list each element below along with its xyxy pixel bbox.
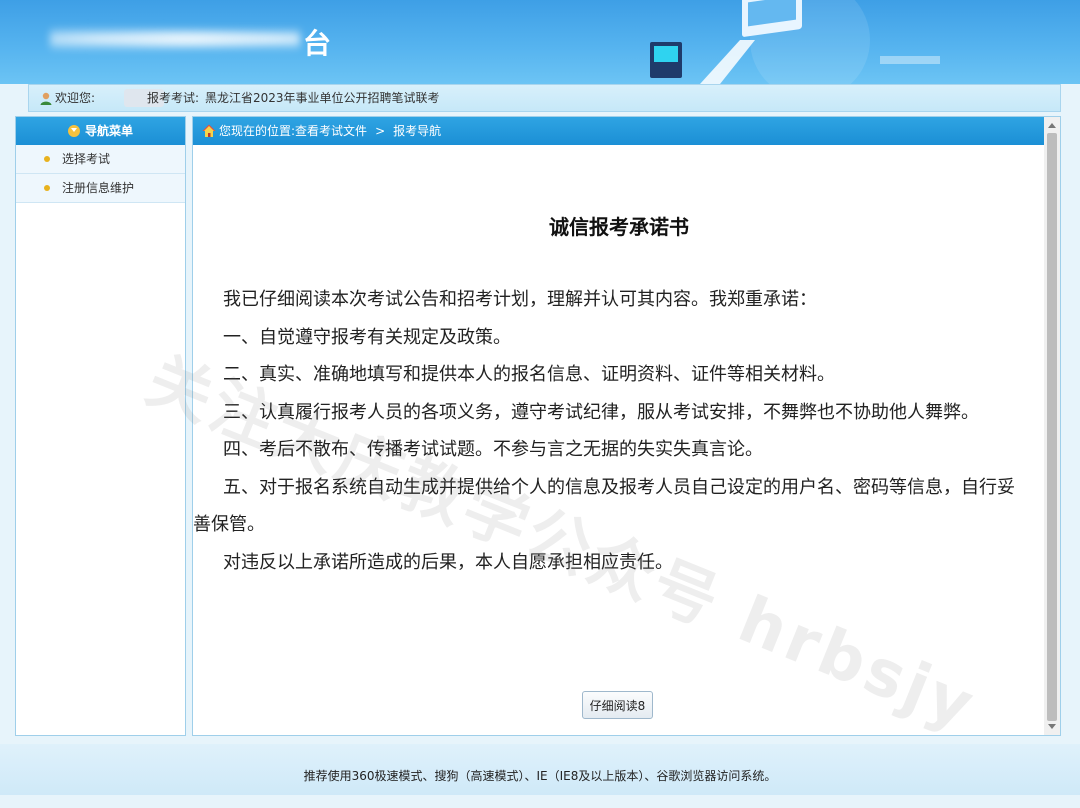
welcome-label: 欢迎您: <box>55 91 96 105</box>
breadcrumb-separator: > <box>375 124 386 138</box>
sidebar-item-select-exam[interactable]: 选择考试 <box>16 145 185 174</box>
footer-browser-note: 推荐使用360极速模式、搜狗（高速模式）、IE（IE8及以上版本）、谷歌浏览器访… <box>303 769 777 783</box>
paragraph: 对违反以上承诺所造成的后果，本人自愿承担相应责任。 <box>223 551 673 573</box>
sidebar-header-label: 导航菜单 <box>84 124 133 138</box>
vertical-scrollbar[interactable] <box>1044 117 1060 735</box>
scroll-down-icon[interactable] <box>1048 724 1056 729</box>
scroll-thumb[interactable] <box>1047 133 1057 721</box>
user-icon <box>40 92 52 105</box>
document-body: 我已仔细阅读本次考试公告和招考计划，理解并认可其内容。我郑重承诺： 一、自觉遵守… <box>193 281 1019 581</box>
sidebar-header: 导航菜单 <box>16 117 185 145</box>
bullet-icon <box>44 156 50 162</box>
welcome-bar: 欢迎您: 报考考试: 黑龙江省2023年事业单位公开招聘笔试联考 <box>28 84 1061 112</box>
sidebar-item-registration-info[interactable]: 注册信息维护 <box>16 174 185 203</box>
paragraph: 二、真实、准确地填写和提供本人的报名信息、证明资料、证件等相关材料。 <box>223 364 835 385</box>
document-title: 诚信报考承诺书 <box>549 215 689 239</box>
read-carefully-button[interactable]: 仔细阅读8 <box>582 691 653 719</box>
sidebar: 导航菜单 选择考试 注册信息维护 <box>15 116 186 736</box>
main-panel: 您现在的位置:查看考试文件 > 报考导航 诚信报考承诺书 我已仔细阅读本次考试公告和… <box>192 116 1061 736</box>
breadcrumb-prefix: 您现在的位置: <box>219 124 296 138</box>
paragraph: 三、认真履行报考人员的各项义务，遵守考试纪律，服从考试安排，不舞弊也不协助他人舞… <box>223 401 979 423</box>
sidebar-item-label: 注册信息维护 <box>62 181 135 195</box>
breadcrumb-item-exam-docs[interactable]: 查看考试文件 <box>295 124 367 138</box>
site-title: 台 <box>303 27 334 60</box>
paragraph: 四、考后不散布、传播考试试题。不参与言之无据的失实失真言论。 <box>223 439 763 460</box>
breadcrumb: 您现在的位置:查看考试文件 > 报考导航 <box>193 117 1060 145</box>
header-banner: 台 <box>0 0 1080 84</box>
footer: 推荐使用360极速模式、搜狗（高速模式）、IE（IE8及以上版本）、谷歌浏览器访… <box>0 744 1080 795</box>
paragraph: 一、自觉遵守报考有关规定及政策。 <box>223 326 511 348</box>
document-area: 诚信报考承诺书 我已仔细阅读本次考试公告和招考计划，理解并认可其内容。我郑重承诺… <box>193 145 1045 735</box>
exam-label: 报考考试: <box>147 91 200 105</box>
chevron-down-circle-icon <box>67 125 80 137</box>
sidebar-item-label: 选择考试 <box>62 152 111 166</box>
bullet-icon <box>44 185 50 191</box>
paragraph: 我已仔细阅读本次考试公告和招考计划，理解并认可其内容。我郑重承诺： <box>223 289 817 310</box>
exam-name: 黑龙江省2023年事业单位公开招聘笔试联考 <box>205 91 440 105</box>
breadcrumb-item-exam-guide[interactable]: 报考导航 <box>393 124 441 138</box>
paragraph: 五、对于报名系统自动生成并提供给个人的信息及报考人员自己设定的用户名、密码等信息… <box>193 476 1015 536</box>
scroll-up-icon[interactable] <box>1048 123 1056 128</box>
site-title-blurred <box>50 24 300 54</box>
banner-illustration <box>650 0 940 84</box>
home-icon <box>202 124 216 137</box>
